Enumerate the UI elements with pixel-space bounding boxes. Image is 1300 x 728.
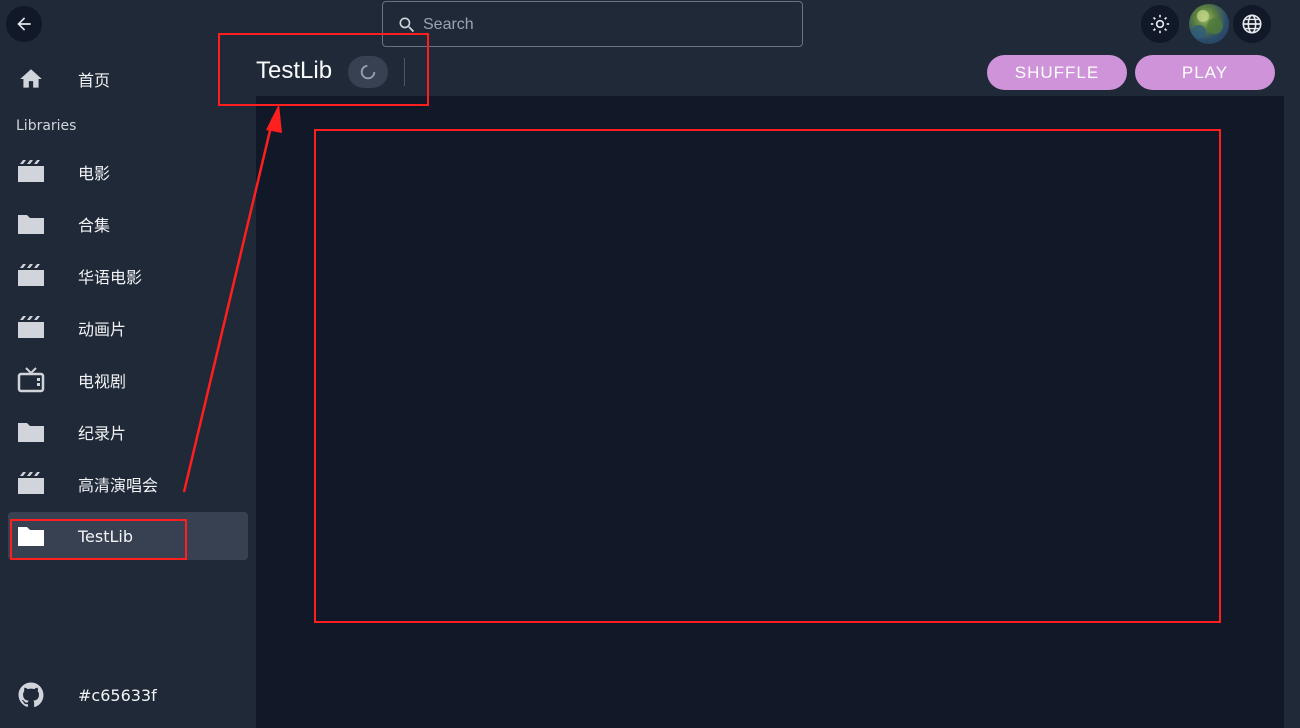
play-button[interactable]: PLAY bbox=[1135, 55, 1275, 90]
commit-hash: #c65633f bbox=[78, 685, 157, 705]
sidebar-item-movies[interactable]: 电影 bbox=[8, 148, 248, 196]
movie-icon bbox=[17, 314, 45, 342]
sidebar-item-label: 纪录片 bbox=[78, 424, 127, 443]
title-divider bbox=[404, 58, 405, 86]
spinner-icon bbox=[359, 63, 377, 81]
search-input[interactable] bbox=[423, 12, 783, 38]
movie-icon bbox=[17, 158, 45, 186]
sidebar-item-testlib[interactable]: TestLib bbox=[8, 512, 248, 560]
library-content-area bbox=[256, 96, 1284, 728]
sidebar-item-concerts[interactable]: 高清演唱会 bbox=[8, 460, 248, 508]
libraries-heading: Libraries bbox=[16, 118, 77, 134]
folder-icon bbox=[17, 522, 45, 550]
shuffle-button[interactable]: SHUFFLE bbox=[987, 55, 1127, 90]
home-icon bbox=[17, 65, 45, 93]
sidebar-item-label: 首页 bbox=[78, 71, 111, 90]
movie-icon bbox=[17, 262, 45, 290]
language-button[interactable] bbox=[1233, 5, 1271, 43]
sidebar-item-documentaries[interactable]: 纪录片 bbox=[8, 408, 248, 456]
sidebar-item-label: TestLib bbox=[78, 526, 134, 546]
sidebar-item-label: 高清演唱会 bbox=[78, 476, 159, 495]
sidebar-item-label: 华语电影 bbox=[78, 268, 143, 287]
movie-icon bbox=[17, 470, 45, 498]
sidebar-item-collections[interactable]: 合集 bbox=[8, 200, 248, 248]
brightness-icon bbox=[1150, 14, 1170, 34]
sidebar-item-label: 电视剧 bbox=[78, 372, 127, 391]
search-field[interactable] bbox=[382, 1, 803, 47]
github-icon bbox=[17, 681, 45, 709]
sidebar-item-tv-shows[interactable]: 电视剧 bbox=[8, 356, 248, 404]
sidebar-item-animation[interactable]: 动画片 bbox=[8, 304, 248, 352]
sidebar-item-chinese-movies[interactable]: 华语电影 bbox=[8, 252, 248, 300]
sidebar: 首页 Libraries 电影 合集 华语电影 动画片 电视剧 纪录片 高清演唱… bbox=[0, 0, 256, 728]
user-avatar[interactable] bbox=[1189, 4, 1229, 44]
arrow-left-icon bbox=[14, 14, 34, 34]
sidebar-item-label: 动画片 bbox=[78, 320, 127, 339]
search-icon bbox=[397, 15, 417, 35]
sidebar-item-label: 合集 bbox=[78, 216, 111, 235]
page-title: TestLib bbox=[256, 57, 333, 84]
tv-icon bbox=[17, 366, 45, 394]
scrollbar-track[interactable] bbox=[1284, 48, 1300, 728]
theme-toggle-button[interactable] bbox=[1141, 5, 1179, 43]
loading-indicator bbox=[348, 56, 388, 88]
back-button[interactable] bbox=[6, 6, 42, 42]
folder-icon bbox=[17, 210, 45, 238]
sidebar-item-home[interactable]: 首页 bbox=[8, 55, 248, 103]
folder-icon bbox=[17, 418, 45, 446]
sidebar-item-label: 电影 bbox=[78, 164, 111, 183]
sidebar-footer-link[interactable]: #c65633f bbox=[8, 671, 248, 719]
globe-icon bbox=[1241, 13, 1263, 35]
